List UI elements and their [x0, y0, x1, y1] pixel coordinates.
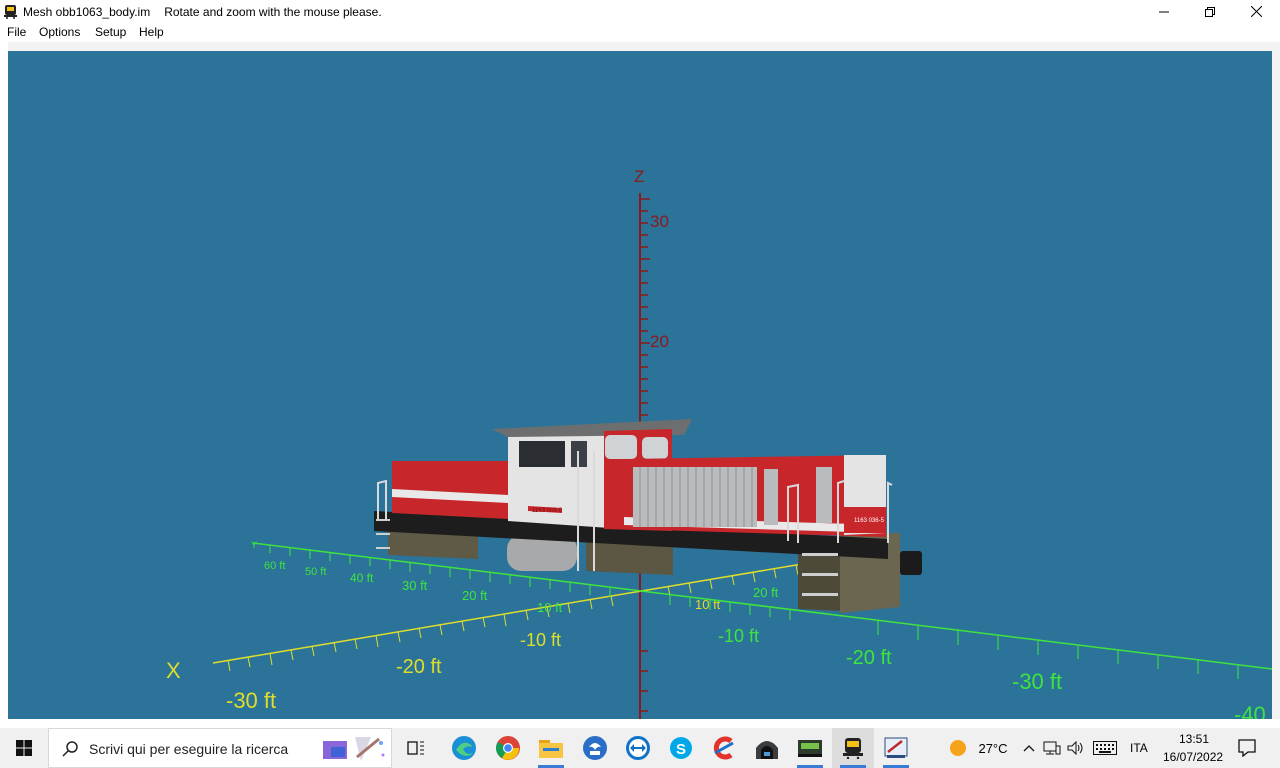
train-app-icon: [843, 738, 863, 759]
clock-time[interactable]: 13:51: [1179, 732, 1209, 746]
taskbar-mesh-viewer[interactable]: [832, 728, 874, 768]
blue-shield-app-icon: [583, 736, 607, 760]
touch-keyboard-button[interactable]: [1091, 728, 1119, 768]
keyboard-icon: [1093, 741, 1117, 755]
search-box[interactable]: Scrivi qui per eseguire la ricerca: [48, 728, 392, 768]
x-axis-label: X: [166, 658, 181, 683]
edge-icon: [452, 736, 476, 760]
y-axis: Y 60 ft 50 ft 40 ft 30 ft 20 ft 10 ft 20…: [251, 540, 1272, 719]
taskbar: Scrivi qui per eseguire la ricerca S 27°…: [0, 728, 1280, 768]
locomotive-number-right: 1163 036-5: [854, 518, 885, 524]
x-tick-neg30-right: -30 ft: [1012, 669, 1062, 694]
title-bar: Mesh obb1063_body.im Rotate and zoom with…: [0, 0, 1280, 23]
ccleaner-icon: [713, 736, 734, 760]
x-tick-neg20-right: -20 ft: [846, 647, 892, 669]
sun-icon: [950, 740, 967, 756]
minimize-button[interactable]: [1141, 0, 1187, 23]
notification-icon: [1238, 739, 1256, 757]
search-highlight-icon: [323, 737, 385, 761]
locomotive-app-icon: [798, 740, 822, 757]
volume-button[interactable]: [1065, 728, 1087, 768]
taskbar-app-blue[interactable]: [574, 728, 616, 768]
search-icon: [62, 741, 78, 757]
restore-button[interactable]: [1187, 0, 1233, 23]
y-tick-50: 50 ft: [305, 566, 326, 578]
menu-bar: File Options Setup Help: [0, 23, 1280, 42]
taskbar-teamviewer[interactable]: [617, 728, 659, 768]
left-border: [0, 42, 8, 719]
3d-viewport[interactable]: Z 30 20 X -30 ft -20 ft -10 ft 10 ft Y 6…: [8, 51, 1272, 719]
weather-temp: 27°C: [978, 740, 1008, 756]
menu-file[interactable]: File: [7, 25, 26, 39]
window-title: Mesh obb1063_body.im: [23, 5, 151, 19]
start-button[interactable]: [0, 728, 48, 768]
window-hint: Rotate and zoom with the mouse please.: [164, 5, 382, 19]
y-tick-60: 60 ft: [264, 560, 285, 572]
top-border: [8, 42, 1272, 51]
network-button[interactable]: [1041, 728, 1063, 768]
weather-widget[interactable]: 27°C: [938, 728, 1018, 768]
scene-canvas[interactable]: Z 30 20 X -30 ft -20 ft -10 ft 10 ft Y 6…: [8, 51, 1272, 719]
z-tick-20: 20: [650, 332, 669, 351]
taskbar-file-explorer[interactable]: [530, 728, 572, 768]
restore-icon: [1205, 6, 1215, 17]
taskbar-trainz-2[interactable]: [789, 728, 831, 768]
minimize-icon: [1159, 11, 1169, 12]
y-tick-20: 20 ft: [462, 588, 488, 603]
locomotive-number-left: 1163 003-0: [532, 508, 563, 514]
tray-overflow-button[interactable]: [1020, 728, 1038, 768]
train-app-icon: [4, 5, 17, 19]
clock-date[interactable]: 16/07/2022: [1163, 750, 1223, 764]
x-tick-neg10-right: -10 ft: [718, 626, 759, 646]
taskbar-trainz-1[interactable]: [746, 728, 788, 768]
z-tick-30: 30: [650, 212, 669, 231]
y-axis-label: Y: [251, 540, 257, 550]
close-icon: [1250, 6, 1262, 17]
y-tick-30: 30 ft: [402, 578, 428, 593]
z-axis-label: Z: [634, 167, 644, 186]
menu-help[interactable]: Help: [139, 25, 164, 39]
y-tick-40: 40 ft: [350, 571, 374, 585]
task-view-button[interactable]: [396, 728, 436, 768]
svg-text:S: S: [676, 741, 686, 758]
locomotive-model[interactable]: 1163 003-0 1163 036-5: [374, 419, 922, 613]
windows-icon: [16, 740, 32, 756]
tunnel-app-icon: [756, 741, 778, 759]
x-axis: X -30 ft -20 ft -10 ft 10 ft: [166, 562, 809, 713]
menu-setup[interactable]: Setup: [95, 25, 126, 39]
speaker-icon: [1067, 740, 1083, 756]
y-tick-pos20: 20 ft: [753, 585, 779, 600]
taskbar-ccleaner[interactable]: [703, 728, 745, 768]
task-view-icon: [407, 741, 424, 755]
right-border: [1272, 42, 1280, 719]
taskbar-skype[interactable]: S: [660, 728, 702, 768]
y-tick-10: 10 ft: [537, 600, 563, 615]
taskbar-chrome[interactable]: [487, 728, 529, 768]
x-tick-neg30: -30 ft: [226, 688, 276, 713]
chrome-icon: [496, 736, 520, 760]
notifications-button[interactable]: [1226, 728, 1268, 768]
chevron-up-icon: [1023, 745, 1035, 752]
taskbar-editor[interactable]: [875, 728, 917, 768]
teamviewer-icon: [626, 736, 650, 760]
x-tick-neg40-right: -40: [1234, 702, 1266, 719]
x-tick-neg20: -20 ft: [396, 656, 442, 678]
network-icon: [1043, 741, 1061, 755]
search-placeholder: Scrivi qui per eseguire la ricerca: [89, 741, 289, 757]
folder-icon: [539, 740, 563, 758]
close-button[interactable]: [1233, 0, 1279, 23]
editor-app-icon: [884, 737, 908, 758]
taskbar-edge[interactable]: [443, 728, 485, 768]
menu-options[interactable]: Options: [39, 25, 80, 39]
language-indicator[interactable]: ITA: [1130, 741, 1148, 755]
skype-icon: S: [670, 737, 692, 759]
x-tick-neg10: -10 ft: [520, 630, 561, 650]
